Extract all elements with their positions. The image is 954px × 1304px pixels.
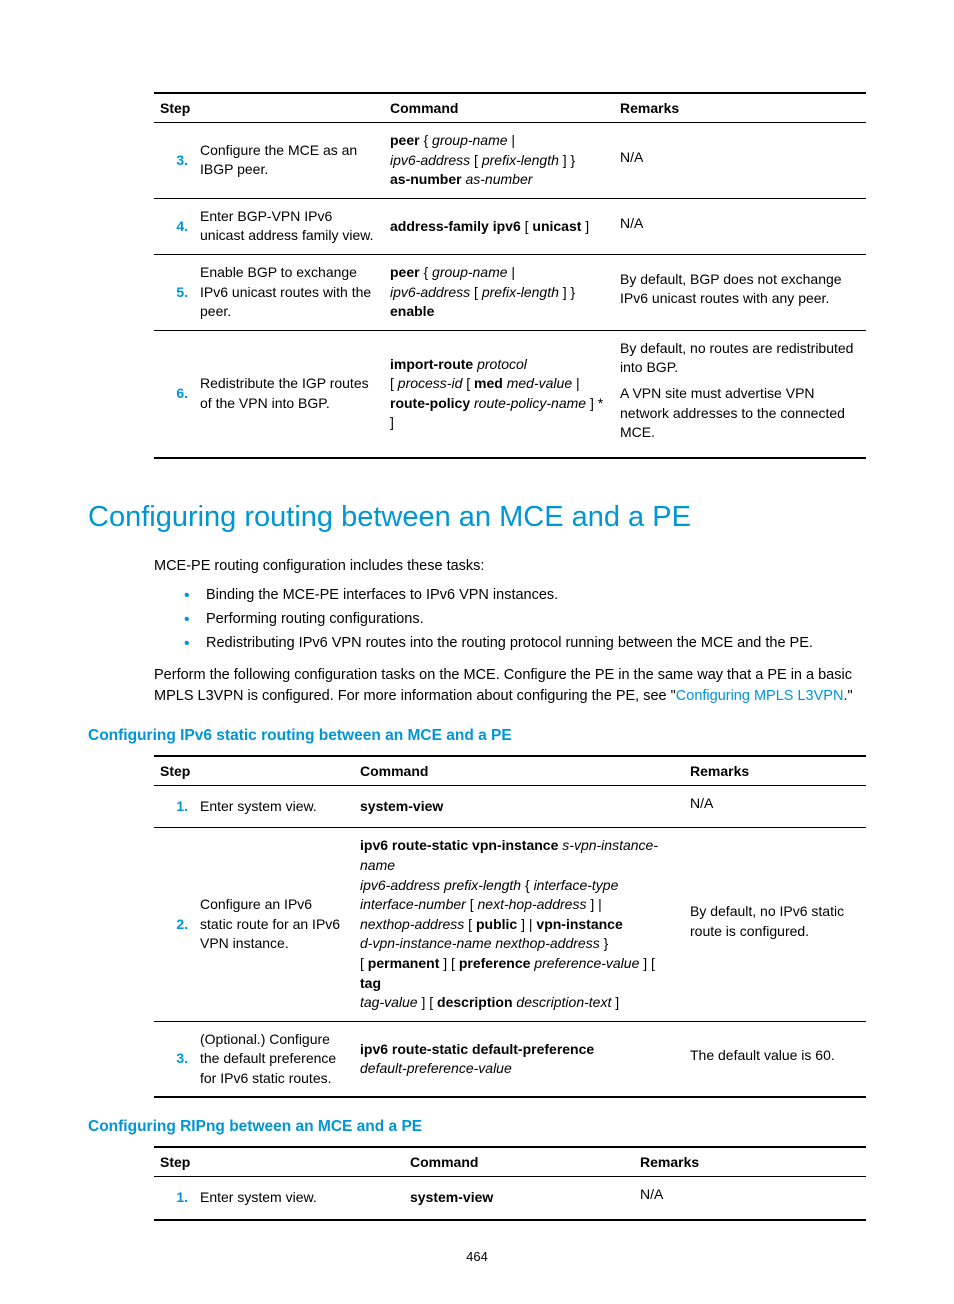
command-cell: ipv6 route-static vpn-instance s-vpn-ins… [354, 828, 684, 1021]
step-number: 1. [154, 1177, 194, 1220]
step-description: Enter system view. [194, 1177, 404, 1220]
config-table-1: Step Command Remarks 3.Configure the MCE… [154, 92, 866, 459]
command-cell: system-view [354, 785, 684, 828]
config-note-paragraph: Perform the following configuration task… [154, 665, 866, 707]
th-command: Command [354, 756, 684, 786]
th-command: Command [404, 1147, 634, 1177]
step-number: 2. [154, 828, 194, 1021]
bullet-item: Binding the MCE-PE interfaces to IPv6 VP… [184, 587, 866, 603]
th-step: Step [154, 1147, 404, 1177]
config-table-3: Step Command Remarks 1.Enter system view… [154, 1146, 866, 1221]
step-description: Enter system view. [194, 785, 354, 828]
link-configuring-mpls-l3vpn[interactable]: Configuring MPLS L3VPN [676, 688, 844, 704]
remarks-cell: N/A [634, 1177, 866, 1220]
bullet-item: Redistributing IPv6 VPN routes into the … [184, 635, 866, 651]
remarks-cell: By default, no routes are redistributed … [614, 330, 866, 457]
step-description: Enter BGP-VPN IPv6 unicast address famil… [194, 198, 384, 254]
subheading-ripng: Configuring RIPng between an MCE and a P… [88, 1118, 866, 1136]
step-number: 6. [154, 330, 194, 457]
th-step: Step [154, 93, 384, 123]
th-step: Step [154, 756, 354, 786]
bullet-item: Performing routing configurations. [184, 611, 866, 627]
step-description: (Optional.) Configure the default prefer… [194, 1021, 354, 1097]
command-cell: ipv6 route-static default-preferencedefa… [354, 1021, 684, 1097]
subheading-ipv6-static: Configuring IPv6 static routing between … [88, 727, 866, 745]
th-remarks: Remarks [614, 93, 866, 123]
step-description: Redistribute the IGP routes of the VPN i… [194, 330, 384, 457]
th-remarks: Remarks [634, 1147, 866, 1177]
th-command: Command [384, 93, 614, 123]
step-description: Configure an IPv6 static route for an IP… [194, 828, 354, 1021]
step-description: Configure the MCE as an IBGP peer. [194, 123, 384, 199]
step-number: 1. [154, 785, 194, 828]
step-number: 3. [154, 1021, 194, 1097]
table3-body: 1.Enter system view.system-viewN/A [154, 1177, 866, 1220]
remarks-cell: The default value is 60. [684, 1021, 866, 1097]
para-text: ." [843, 688, 852, 704]
table1-body: 3.Configure the MCE as an IBGP peer.peer… [154, 123, 866, 458]
remarks-cell: By default, BGP does not exchange IPv6 u… [614, 254, 866, 330]
table2-body: 1.Enter system view.system-viewN/A 2.Conf… [154, 785, 866, 1097]
step-number: 5. [154, 254, 194, 330]
step-number: 3. [154, 123, 194, 199]
page-number: 464 [88, 1249, 866, 1264]
task-bullets: Binding the MCE-PE interfaces to IPv6 VP… [184, 587, 866, 651]
step-description: Enable BGP to exchange IPv6 unicast rout… [194, 254, 384, 330]
command-cell: system-view [404, 1177, 634, 1220]
section-heading: Configuring routing between an MCE and a… [88, 501, 866, 534]
remarks-cell: N/A [684, 785, 866, 828]
remarks-cell: By default, no IPv6 static route is conf… [684, 828, 866, 1021]
command-cell: peer { group-name | ipv6-address [ prefi… [384, 254, 614, 330]
step-number: 4. [154, 198, 194, 254]
command-cell: peer { group-name | ipv6-address [ prefi… [384, 123, 614, 199]
remarks-cell: N/A [614, 123, 866, 199]
th-remarks: Remarks [684, 756, 866, 786]
command-cell: address-family ipv6 [ unicast ] [384, 198, 614, 254]
intro-line: MCE-PE routing configuration includes th… [154, 556, 866, 577]
remarks-cell: N/A [614, 198, 866, 254]
config-table-2: Step Command Remarks 1.Enter system view… [154, 755, 866, 1099]
command-cell: import-route protocol[ process-id [ med … [384, 330, 614, 457]
